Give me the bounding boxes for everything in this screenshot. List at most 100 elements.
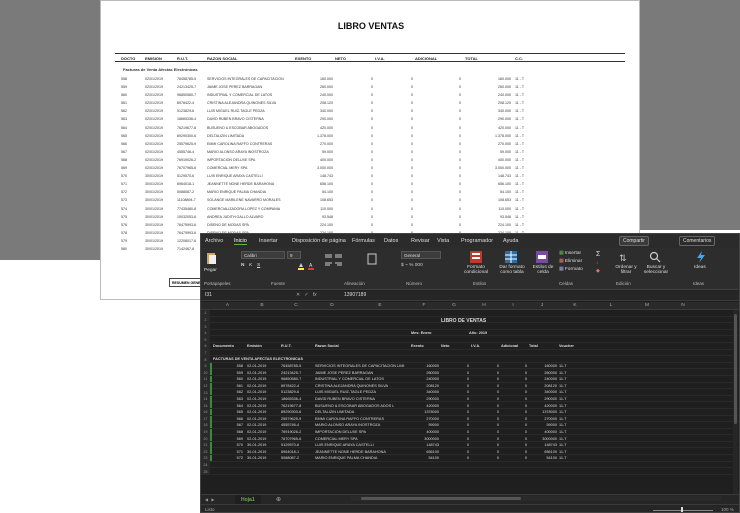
delete-cells-button[interactable]: ▦ Eliminar (559, 259, 582, 264)
data-cell[interactable]: 76458785-5 (281, 364, 313, 368)
row-number[interactable]: 3 (201, 323, 210, 330)
data-cell[interactable]: 11-T (559, 397, 587, 401)
row-number[interactable]: 5 (201, 336, 210, 343)
column-header-a[interactable]: A (210, 303, 245, 308)
data-cell[interactable]: 0 (471, 430, 499, 434)
data-cell[interactable]: 11-T (559, 404, 587, 408)
spreadsheet-grid[interactable]: ABCDEFGHIJKLMN 1 2 LIBRO DE VENTAS 3 4 Mes: E… (201, 302, 739, 494)
data-cell[interactable]: 89290300-6 (281, 410, 313, 414)
formula-input[interactable]: 13907189 (344, 292, 366, 298)
comments-button[interactable]: Comentarios (679, 236, 716, 246)
data-cell[interactable]: 564 (213, 404, 243, 408)
format-as-table-button[interactable]: Dar formato como tabla (495, 265, 529, 275)
data-cell[interactable]: 0 (501, 390, 527, 394)
column-header-n[interactable]: N (665, 303, 701, 308)
row-number[interactable]: 18 (201, 422, 210, 429)
data-cell[interactable]: 59000 (411, 423, 439, 427)
menu-archivo[interactable]: Archivo (205, 238, 223, 244)
data-cell[interactable]: 54100 (529, 456, 557, 460)
data-cell[interactable]: 11-T (559, 437, 587, 441)
column-title-cell[interactable]: Voucher (559, 344, 617, 348)
number-format-select[interactable]: General (401, 251, 441, 259)
row-number[interactable]: 17 (201, 415, 210, 423)
data-cell[interactable]: 1378000 (411, 410, 439, 414)
data-cell[interactable]: DAVID RUBEN BRAVO CISTERNA (315, 397, 409, 401)
row-number[interactable]: 22 (201, 448, 210, 456)
data-cell[interactable]: 02-01-2019 (247, 437, 279, 441)
data-cell[interactable]: 160000 (529, 364, 557, 368)
data-cell[interactable]: 0 (441, 364, 469, 368)
data-cell[interactable]: 0 (441, 443, 469, 447)
data-cell[interactable]: MARIO ALONSO ARAYA INOSTROZA (315, 423, 409, 427)
table-row[interactable]: 18 567 02-01-2019 4555746-4 MARIO ALONSO ARA… (201, 422, 739, 429)
row-number[interactable]: 8 (201, 356, 210, 363)
data-cell[interactable]: 290000 (411, 397, 439, 401)
data-cell[interactable]: 0 (471, 417, 499, 421)
data-cell[interactable]: 0 (501, 364, 527, 368)
font-name-select[interactable]: Calibri (241, 251, 285, 259)
data-cell[interactable]: 400000 (529, 430, 557, 434)
data-cell[interactable]: INDUSTRIAL Y COMERCIAL DE LATOS (315, 377, 409, 381)
data-cell[interactable]: 3000000 (529, 437, 557, 441)
data-cell[interactable]: 558 (213, 364, 243, 368)
data-cell[interactable]: 240000 (529, 377, 557, 381)
data-cell[interactable]: 562 (213, 390, 243, 394)
row-number[interactable]: 25 (201, 468, 210, 475)
data-cell[interactable]: JEANNETTE NONE HERDE BARAHONA (315, 450, 409, 454)
row-number[interactable]: 13 (201, 389, 210, 396)
data-cell[interactable]: 0 (501, 423, 527, 427)
data-cell[interactable]: 11-T (559, 430, 587, 434)
data-cell[interactable]: 8978422-4 (281, 384, 313, 388)
row-number[interactable]: 7 (201, 349, 210, 357)
data-cell[interactable]: 148743 (529, 443, 557, 447)
table-row[interactable]: 5 (201, 336, 739, 343)
data-cell[interactable]: 11-T (559, 390, 587, 394)
row-number[interactable]: 23 (201, 455, 210, 462)
data-cell[interactable]: 0 (441, 423, 469, 427)
table-row[interactable]: 6 Documento Emisión R.U.T. Razon Social Exent… (201, 342, 739, 350)
data-cell[interactable]: 02-01-2019 (247, 390, 279, 394)
data-cell[interactable]: 11-T (559, 450, 587, 454)
data-cell[interactable]: 572 (213, 456, 243, 460)
format-as-table-icon[interactable] (504, 250, 518, 264)
data-cell[interactable]: 76919026-2 (281, 430, 313, 434)
data-cell[interactable]: 0 (501, 450, 527, 454)
data-cell[interactable]: 561 (213, 384, 243, 388)
data-cell[interactable]: 0 (501, 437, 527, 441)
clear-icon[interactable]: ◆ (596, 269, 600, 274)
menu-datos[interactable]: Datos (384, 238, 398, 244)
sheet-nav-arrows[interactable]: ◀ ▶ (205, 497, 215, 502)
share-button[interactable]: Compartir (619, 236, 649, 246)
data-cell[interactable]: 0 (471, 397, 499, 401)
data-cell[interactable]: 568 (213, 430, 243, 434)
menu-disposicindepgina[interactable]: Disposición de página (292, 238, 346, 244)
menu-inicio[interactable]: Inicio (234, 238, 247, 245)
data-cell[interactable]: 208120 (411, 384, 439, 388)
cell-styles-icon[interactable] (535, 250, 549, 264)
table-row[interactable]: 7 (201, 349, 739, 357)
data-cell[interactable]: 0 (501, 371, 527, 375)
menu-frmulas[interactable]: Fórmulas (352, 238, 375, 244)
menu-revisar[interactable]: Revisar (411, 238, 430, 244)
data-cell[interactable]: 0 (441, 456, 469, 460)
data-cell[interactable]: 59000 (529, 423, 557, 427)
data-cell[interactable]: 02-01-2019 (247, 404, 279, 408)
column-headers[interactable]: ABCDEFGHIJKLMN (201, 302, 739, 310)
data-cell[interactable]: 571 (213, 450, 243, 454)
data-cell[interactable]: 76219677-8 (281, 404, 313, 408)
table-row[interactable]: 20 569 02-01-2019 76707965-6 COMERCIAL MERY … (201, 435, 739, 442)
data-cell[interactable]: 240000 (411, 377, 439, 381)
format-cells-button[interactable]: ▦ Formato (559, 267, 583, 272)
column-header-i[interactable]: I (499, 303, 527, 308)
data-cell[interactable]: 0 (501, 384, 527, 388)
table-row[interactable]: 25 (201, 468, 739, 475)
data-cell[interactable]: 656100 (529, 450, 557, 454)
data-cell[interactable]: 340000 (411, 390, 439, 394)
data-cell[interactable]: 0 (471, 456, 499, 460)
table-row[interactable]: 11 560 02-01-2019 96850580-7 INDUSTRIAL Y CO… (201, 375, 739, 383)
data-cell[interactable]: 11-T (559, 443, 587, 447)
data-cell[interactable]: 0 (471, 384, 499, 388)
table-row[interactable]: 12 561 02-01-2019 8978422-4 CRISTINA ALEJAND… (201, 382, 739, 390)
data-cell[interactable]: 0 (501, 456, 527, 460)
row-number[interactable]: 19 (201, 428, 210, 436)
